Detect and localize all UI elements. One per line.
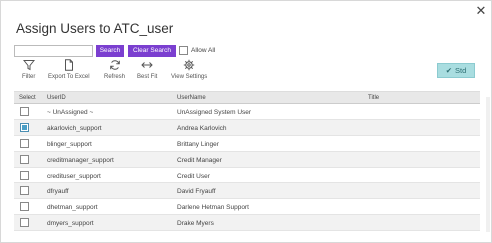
std-button[interactable]: ✔ Std <box>437 63 475 78</box>
search-row: Search Clear Search Allow All <box>14 44 215 57</box>
best-fit-button[interactable]: Best Fit <box>137 59 157 80</box>
table-row[interactable]: creditmanager_support Credit Manager <box>14 151 480 168</box>
checkmark-icon: ✔ <box>445 66 453 75</box>
toolbar: Filter Export To Excel Refresh Best Fit … <box>1 59 231 85</box>
table-row[interactable]: dmyers_support Drake Myers <box>14 215 480 232</box>
user-id-cell: dmyers_support <box>47 220 94 228</box>
row-select-checkbox[interactable] <box>20 154 29 164</box>
grid-header: Select UserID UserName Title <box>14 91 480 104</box>
filter-label: Filter <box>22 74 36 80</box>
export-excel-button[interactable]: Export To Excel <box>48 59 90 80</box>
user-id-cell: dhetman_support <box>47 204 98 212</box>
column-header-username[interactable]: UserName <box>177 95 206 101</box>
document-icon <box>64 59 73 71</box>
allow-all-label: Allow All <box>191 47 216 54</box>
assign-users-dialog: ✕ Assign Users to ATC_user Search Clear … <box>0 0 492 243</box>
user-id-cell: dfryauff <box>47 188 69 196</box>
search-input[interactable] <box>14 44 93 57</box>
view-settings-label: View Settings <box>171 74 208 80</box>
grid-scrollbar[interactable] <box>486 97 490 232</box>
std-label: Std <box>455 66 467 75</box>
best-fit-label: Best Fit <box>137 74 158 80</box>
table-row[interactable]: credituser_support Credit User <box>14 168 480 184</box>
row-select-checkbox[interactable] <box>20 138 29 148</box>
row-select-checkbox[interactable] <box>20 107 29 116</box>
table-row[interactable]: blinger_support Brittany Linger <box>14 136 480 152</box>
row-select-checkbox[interactable] <box>20 122 29 132</box>
user-id-cell: blinger_support <box>47 140 92 148</box>
search-button[interactable]: Search <box>96 44 124 57</box>
table-row[interactable]: ~ UnAssigned ~ UnAssigned System User <box>14 104 480 120</box>
refresh-icon <box>109 60 120 70</box>
row-select-checkbox[interactable] <box>20 186 29 196</box>
filter-button[interactable]: Filter <box>22 59 35 80</box>
user-id-cell: akarlovich_support <box>47 124 102 132</box>
column-header-select[interactable]: Select <box>19 95 36 101</box>
user-name-cell: UnAssigned System User <box>177 109 252 116</box>
row-select-checkbox[interactable] <box>20 202 29 212</box>
user-id-cell: ~ UnAssigned ~ <box>47 109 94 116</box>
close-icon[interactable]: ✕ <box>474 4 488 18</box>
user-name-cell: Credit User <box>177 172 210 180</box>
user-name-cell: Darlene Hetman Support <box>177 204 249 212</box>
user-id-cell: creditmanager_support <box>47 156 114 164</box>
table-row[interactable]: akarlovich_support Andrea Karlovich <box>14 119 480 136</box>
allow-all-toggle[interactable]: Allow All <box>179 46 215 55</box>
user-name-cell: Drake Myers <box>177 220 214 228</box>
dialog-title: Assign Users to ATC_user <box>16 21 174 36</box>
row-select-checkbox[interactable] <box>20 170 29 180</box>
filter-icon <box>22 60 35 71</box>
refresh-label: Refresh <box>104 74 126 80</box>
view-settings-button[interactable]: View Settings <box>171 59 207 80</box>
arrows-horizontal-icon <box>141 62 153 68</box>
row-select-checkbox[interactable] <box>20 218 29 228</box>
user-id-cell: credituser_support <box>47 172 101 180</box>
gear-icon <box>183 59 195 71</box>
allow-all-checkbox[interactable] <box>179 46 188 55</box>
user-name-cell: David Fryauff <box>177 188 216 196</box>
table-row[interactable]: dfryauff David Fryauff <box>14 183 480 200</box>
user-name-cell: Brittany Linger <box>177 140 219 148</box>
clear-search-button[interactable]: Clear Search <box>128 44 176 57</box>
table-row[interactable]: dhetman_support Darlene Hetman Support <box>14 199 480 216</box>
user-name-cell: Andrea Karlovich <box>177 124 227 132</box>
column-header-title[interactable]: Title <box>368 95 379 101</box>
user-name-cell: Credit Manager <box>177 156 222 164</box>
column-header-userid[interactable]: UserID <box>47 95 66 101</box>
export-label: Export To Excel <box>48 74 90 80</box>
refresh-button[interactable]: Refresh <box>104 59 125 80</box>
users-grid: Select UserID UserName Title ~ UnAssigne… <box>14 91 480 232</box>
